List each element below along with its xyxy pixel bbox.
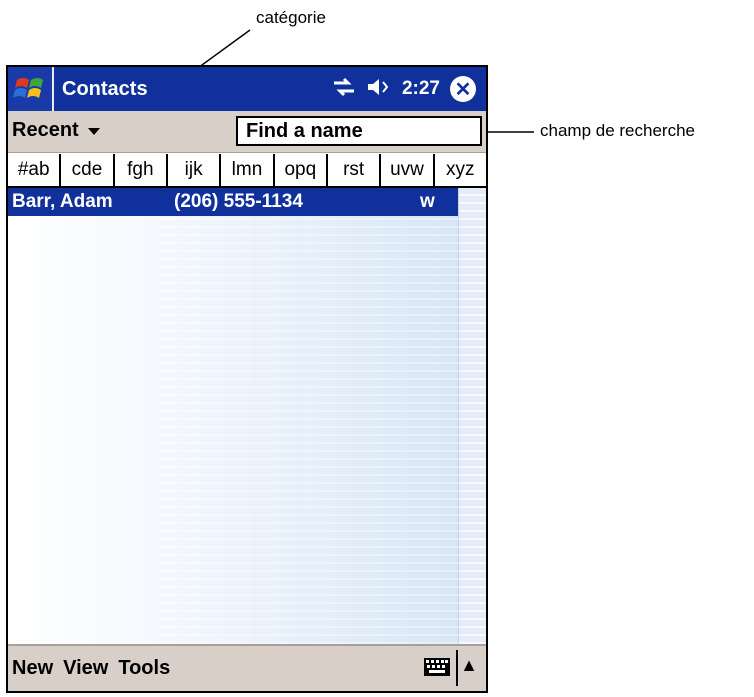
system-tray: 2:27 ✕ xyxy=(332,76,476,102)
title-bar: Contacts 2:27 ✕ xyxy=(8,67,486,111)
pocket-pc-screen: Contacts 2:27 ✕ Recent Find a name #ab c… xyxy=(6,65,488,693)
find-name-search-field[interactable]: Find a name xyxy=(236,116,482,146)
category-bar: Recent Find a name xyxy=(8,111,486,153)
keyboard-icon[interactable] xyxy=(422,654,452,680)
close-icon[interactable]: ✕ xyxy=(450,76,476,102)
tab-rst[interactable]: rst xyxy=(328,154,382,186)
category-callout-label: catégorie xyxy=(256,8,326,27)
tab-fgh[interactable]: fgh xyxy=(115,154,168,186)
contact-row-selected[interactable]: Barr, Adam (206) 555-1134 w xyxy=(8,188,458,216)
tab-opq[interactable]: opq xyxy=(275,154,328,186)
speaker-icon[interactable] xyxy=(366,77,392,102)
category-label: Recent xyxy=(12,119,79,141)
tab-cde[interactable]: cde xyxy=(61,154,115,186)
menu-separator xyxy=(456,650,458,686)
tab-lmn[interactable]: lmn xyxy=(221,154,275,186)
contact-phone-type: w xyxy=(420,191,435,212)
category-dropdown[interactable]: Recent xyxy=(12,119,101,142)
contact-list: Barr, Adam (206) 555-1134 w xyxy=(8,188,458,644)
alphabet-tab-bar: #ab cde fgh ijk lmn opq rst uvw xyz xyxy=(8,154,486,188)
menu-tools[interactable]: Tools xyxy=(118,657,170,680)
clock-time[interactable]: 2:27 xyxy=(402,78,440,100)
windows-start-icon[interactable] xyxy=(8,67,54,111)
contact-phone: (206) 555-1134 xyxy=(174,191,303,212)
vertical-scrollbar[interactable] xyxy=(458,188,486,644)
tab-xyz[interactable]: xyz xyxy=(435,154,486,186)
search-field-callout-label: champ de recherche xyxy=(540,121,695,140)
dropdown-arrow-icon xyxy=(87,119,101,142)
menu-view[interactable]: View xyxy=(63,657,108,680)
contact-name: Barr, Adam xyxy=(12,191,113,212)
menu-bar: New View Tools ▲ xyxy=(8,644,486,691)
menu-new[interactable]: New xyxy=(12,657,53,680)
tab-uvw[interactable]: uvw xyxy=(381,154,435,186)
input-panel-arrow-icon[interactable]: ▲ xyxy=(460,655,478,676)
sync-arrows-icon[interactable] xyxy=(332,77,356,102)
tab-ijk[interactable]: ijk xyxy=(168,154,222,186)
tab-ab[interactable]: #ab xyxy=(8,154,62,186)
app-title: Contacts xyxy=(62,77,148,100)
